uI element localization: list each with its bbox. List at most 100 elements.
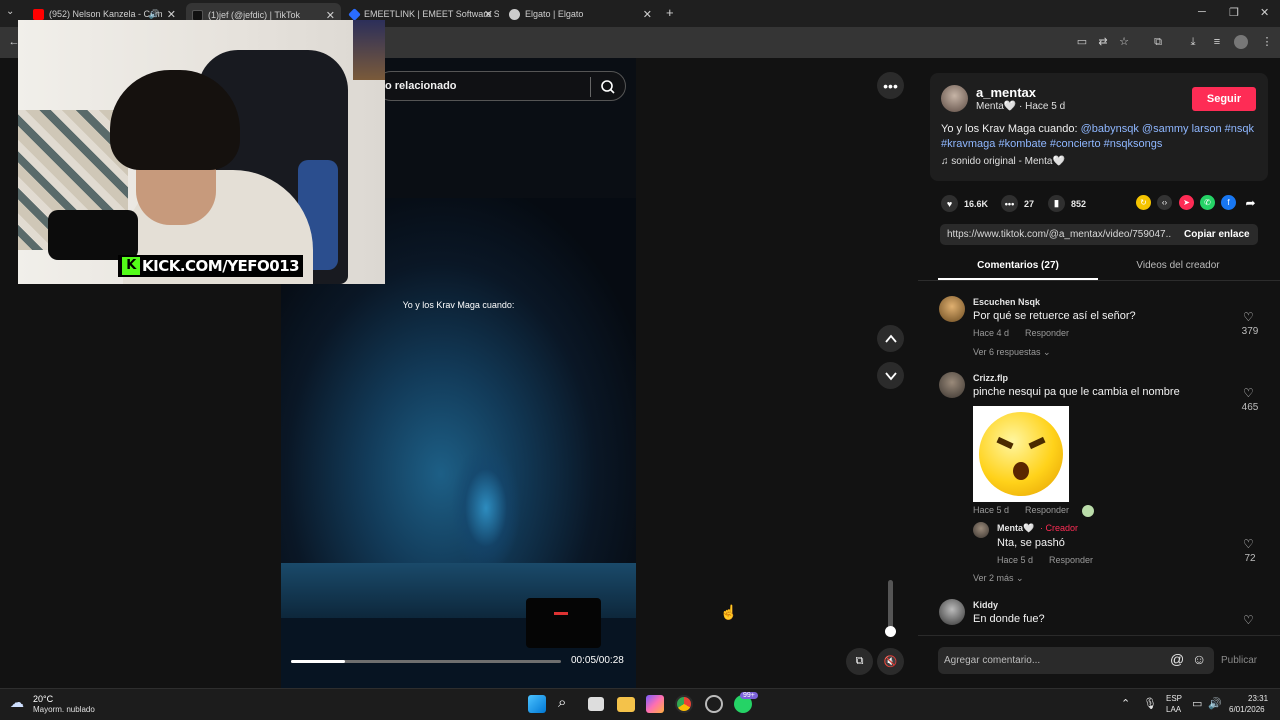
chevron-down-icon <box>884 371 897 380</box>
tab-elgato[interactable]: Elgato | Elgato ✕ <box>503 4 658 24</box>
creator-liked-avatar <box>1082 505 1094 517</box>
volume-icon[interactable]: 🔊 <box>1208 697 1222 710</box>
sound-link[interactable]: ♫ sonido original - Menta🤍 <box>941 156 1065 167</box>
network-icon[interactable]: ▭ <box>1192 697 1202 710</box>
copy-link-button[interactable]: Copiar enlace <box>1184 229 1250 240</box>
kick-channel-logo: K KICK.COM/YEFO013 <box>118 255 304 277</box>
like-button[interactable]: ♥ 16.6K <box>941 195 988 212</box>
tab-search-icon[interactable]: ⌄ <box>6 6 14 17</box>
bookmark-star-icon[interactable]: ☆ <box>1117 35 1131 49</box>
reply-text: Nta, se pashó <box>997 537 1065 549</box>
repost-icon[interactable]: ↻ <box>1136 195 1151 210</box>
share-arrow-icon[interactable]: ➦ <box>1243 195 1258 210</box>
save-button[interactable]: ▮ 852 <box>1048 195 1086 212</box>
file-explorer-icon[interactable] <box>617 697 635 712</box>
media-control-icon[interactable]: ≡ <box>1210 35 1224 49</box>
send-icon[interactable]: ➤ <box>1179 195 1194 210</box>
save-count: 852 <box>1071 198 1087 209</box>
mute-icon[interactable]: 🔇 <box>877 648 904 675</box>
streamer-hair <box>110 70 240 170</box>
tray-chevron-icon[interactable]: ⌃ <box>1121 697 1130 710</box>
creator-badge: · Creador <box>1040 523 1079 533</box>
author-name[interactable]: a_mentax <box>976 85 1036 100</box>
translate-icon[interactable]: ⇄ <box>1096 35 1110 49</box>
facebook-icon[interactable]: f <box>1221 195 1236 210</box>
video-caption: Yo y los Krav Maga cuando: <box>402 300 515 310</box>
comment-time: Hace 4 d <box>973 328 1010 338</box>
minimize-icon[interactable]: ─ <box>1198 6 1206 18</box>
view-more-button[interactable]: Ver 2 más ⌄ <box>973 573 1024 584</box>
comment-button[interactable]: ••• 27 <box>1001 195 1034 212</box>
mention-icon[interactable]: @ <box>1170 651 1184 667</box>
weather-temp[interactable]: 20°C <box>33 694 53 704</box>
description-tags-1[interactable]: @babynsqk @sammy larson #nsqk <box>1081 123 1254 135</box>
more-options-icon[interactable]: ••• <box>877 72 904 99</box>
whatsapp-icon[interactable]: ✆ <box>1200 195 1215 210</box>
follow-button[interactable]: Seguir <box>1192 87 1256 111</box>
reply-author[interactable]: Menta🤍 <box>997 523 1034 534</box>
heart-outline-icon[interactable]: ♡ <box>1243 310 1254 324</box>
sound-name: sonido original - Menta🤍 <box>951 156 1065 167</box>
heart-outline-icon[interactable]: ♡ <box>1243 386 1254 400</box>
performer <box>441 438 531 578</box>
clock-time[interactable]: 23:31 <box>1248 694 1268 703</box>
angry-emoji-sticker <box>973 406 1069 502</box>
youtube-icon <box>33 8 44 20</box>
author-avatar[interactable] <box>941 85 968 112</box>
comment-avatar[interactable] <box>939 599 965 625</box>
cast-icon[interactable]: ▭ <box>1075 35 1089 49</box>
chrome-icon[interactable] <box>675 695 693 713</box>
pip-icon[interactable]: ⧉ <box>846 648 873 675</box>
search-taskbar-icon[interactable]: ⌕ <box>558 694 566 711</box>
view-replies-button[interactable]: Ver 6 respuestas ⌄ <box>973 347 1051 358</box>
embed-icon[interactable]: ‹› <box>1157 195 1172 210</box>
search-icon[interactable] <box>598 77 618 97</box>
related-search-bar[interactable]: o relacionado <box>376 71 626 101</box>
next-video-button[interactable] <box>877 362 904 389</box>
menu-dots-icon[interactable]: ⋮ <box>1260 35 1274 49</box>
new-tab-icon[interactable]: + <box>666 5 674 20</box>
tab-creator-videos[interactable]: Videos del creador <box>1098 260 1258 271</box>
description-tags-2[interactable]: #kravmaga #kombate #concierto #nsqksongs <box>941 138 1162 150</box>
reply-button[interactable]: Responder <box>1025 505 1069 515</box>
close-tab-icon[interactable]: ✕ <box>484 8 493 21</box>
heart-outline-icon[interactable]: ♡ <box>1243 537 1254 551</box>
volume-slider-thumb[interactable] <box>885 626 896 637</box>
language-code[interactable]: ESP <box>1166 694 1182 703</box>
comment-avatar[interactable] <box>939 372 965 398</box>
previous-video-button[interactable] <box>877 325 904 352</box>
tab-comments[interactable]: Comentarios (27) <box>938 260 1098 271</box>
weather-cloud-icon[interactable]: ☁ <box>10 694 24 711</box>
comment-author[interactable]: Escuchen Nsqk <box>973 297 1040 307</box>
description-text: Yo y los Krav Maga cuando: <box>941 123 1081 135</box>
reply-avatar[interactable] <box>973 522 989 538</box>
angry-face-icon <box>979 412 1063 496</box>
download-icon[interactable]: ⤓ <box>1186 35 1200 49</box>
webcam-overlay: K KICK.COM/YEFO013 <box>18 20 385 284</box>
start-windows-icon[interactable] <box>528 695 546 713</box>
comment-author[interactable]: Crizz.flp <box>973 373 1008 383</box>
emoji-icon[interactable]: ☺ <box>1192 651 1206 667</box>
app-icon[interactable] <box>705 695 723 713</box>
tab-title: Elgato | Elgato <box>525 9 584 19</box>
close-window-icon[interactable]: ✕ <box>1260 6 1269 19</box>
video-progress-bar[interactable] <box>291 660 561 663</box>
tiktok-icon <box>192 9 203 21</box>
comment-text: pinche nesqui pa que le cambia el nombre <box>973 386 1180 398</box>
comment-avatar[interactable] <box>939 296 965 322</box>
reply-button[interactable]: Responder <box>1049 555 1093 565</box>
extensions-icon[interactable]: ⧉ <box>1151 35 1165 49</box>
kick-channel-text: KICK.COM/YEFO013 <box>142 257 300 275</box>
comment-count: 27 <box>1024 198 1035 209</box>
heart-outline-icon[interactable]: ♡ <box>1243 613 1254 627</box>
close-tab-icon[interactable]: ✕ <box>167 8 176 21</box>
restore-icon[interactable]: ❐ <box>1229 6 1239 19</box>
microphone-icon[interactable]: 🎙 <box>1143 697 1157 710</box>
post-comment-button[interactable]: Publicar <box>1221 655 1257 666</box>
copilot-icon[interactable] <box>646 695 664 713</box>
reply-button[interactable]: Responder <box>1025 328 1069 338</box>
comment-author[interactable]: Kiddy <box>973 600 998 610</box>
close-tab-icon[interactable]: ✕ <box>643 8 652 21</box>
task-view-icon[interactable] <box>588 697 604 711</box>
profile-avatar-icon[interactable] <box>1234 35 1248 49</box>
